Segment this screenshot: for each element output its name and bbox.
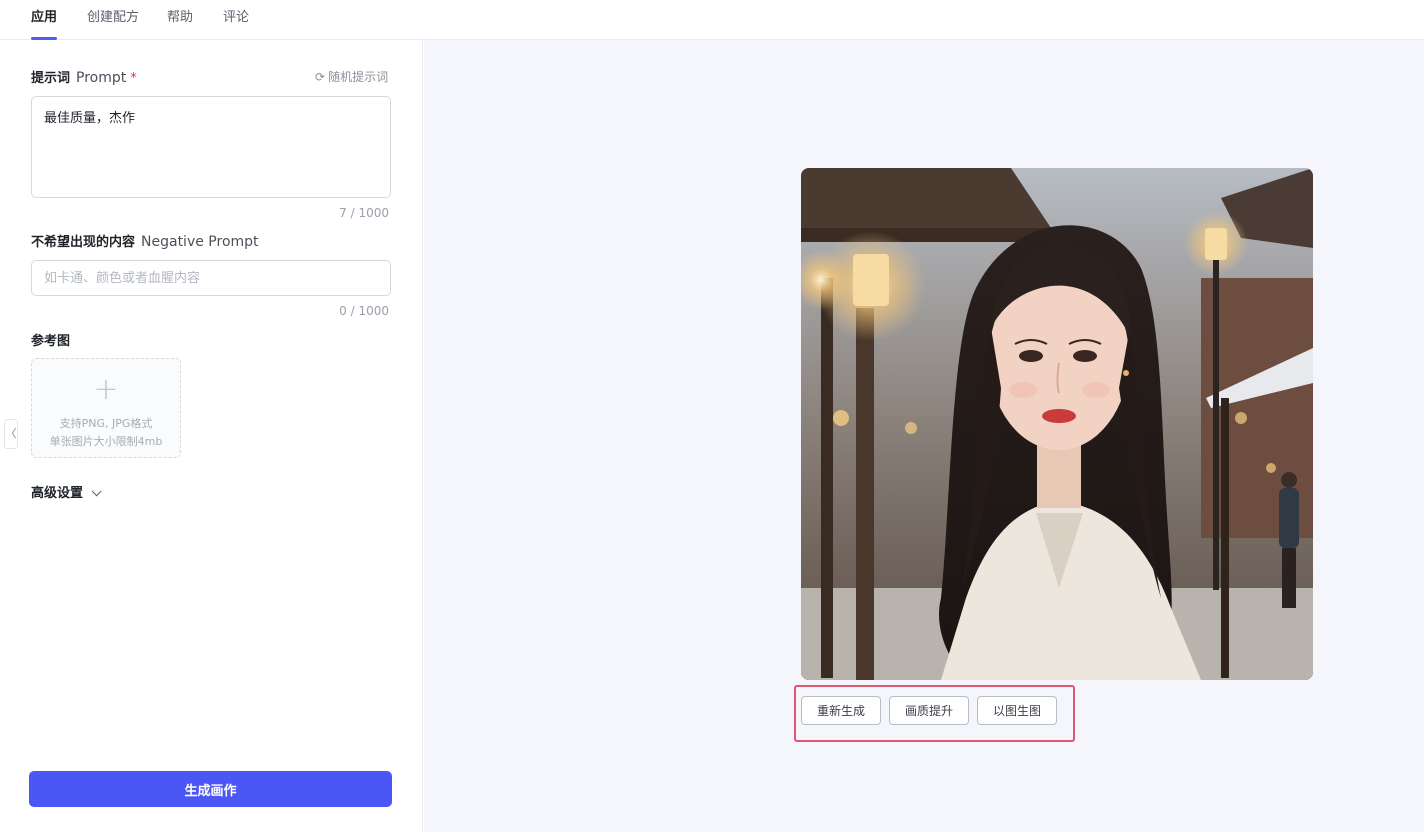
- prompt-title: 提示词 Prompt *: [31, 67, 137, 86]
- required-mark: *: [130, 71, 137, 86]
- chevron-down-icon: [91, 486, 102, 497]
- generate-button[interactable]: 生成画作: [29, 771, 392, 807]
- refresh-icon: ⟳: [315, 70, 326, 84]
- generated-image[interactable]: [801, 168, 1313, 680]
- advanced-settings-label: 高级设置: [31, 486, 84, 501]
- negative-prompt-input[interactable]: [31, 260, 391, 296]
- prompt-title-en: Prompt: [76, 70, 127, 86]
- negative-prompt-title-cn: 不希望出现的内容: [31, 235, 136, 250]
- tab-label: 创建配方: [87, 10, 140, 25]
- upload-hint-format: 支持PNG, JPG格式: [59, 417, 153, 430]
- regenerate-button[interactable]: 重新生成: [801, 696, 881, 725]
- prompt-char-counter: 7 / 1000: [339, 206, 389, 220]
- tab-create-recipe[interactable]: 创建配方: [87, 6, 139, 40]
- random-prompt-label: 随机提示词: [328, 70, 389, 84]
- negative-prompt-char-counter: 0 / 1000: [339, 304, 389, 318]
- image-to-image-button[interactable]: 以图生图: [977, 696, 1057, 725]
- tab-label: 应用: [31, 10, 58, 25]
- tab-label: 评论: [223, 10, 250, 25]
- reference-title-text: 参考图: [31, 334, 71, 349]
- top-tab-bar: 应用 创建配方 帮助 评论: [0, 0, 1424, 40]
- collapse-panel-handle[interactable]: 〈: [4, 419, 18, 449]
- plus-icon: +: [93, 372, 119, 407]
- negative-prompt-title: 不希望出现的内容 Negative Prompt: [31, 231, 259, 250]
- random-prompt-button[interactable]: ⟳ 随机提示词: [315, 68, 388, 85]
- reference-image-title: 参考图: [31, 330, 70, 349]
- settings-panel: 提示词 Prompt* ⟳随机提示词 7 / 1000 不希望出现的内容 Negat…: [0, 40, 423, 832]
- tab-comments[interactable]: 评论: [223, 6, 249, 40]
- tab-help[interactable]: 帮助: [167, 6, 193, 40]
- negative-prompt-title-en: Negative Prompt: [141, 234, 259, 250]
- upscale-button[interactable]: 画质提升: [889, 696, 969, 725]
- reference-image-upload[interactable]: + 支持PNG, JPG格式 单张图片大小限制4mb: [31, 358, 181, 458]
- prompt-textarea[interactable]: [31, 96, 391, 198]
- tab-label: 帮助: [167, 10, 194, 25]
- upload-hint-size: 单张图片大小限制4mb: [49, 435, 163, 448]
- tab-apply[interactable]: 应用: [31, 6, 58, 40]
- prompt-title-cn: 提示词: [31, 71, 71, 86]
- advanced-settings-toggle[interactable]: 高级设置: [31, 482, 102, 501]
- generated-image-illustration: [801, 168, 1313, 680]
- result-canvas: 重新生成 画质提升 以图生图: [424, 40, 1424, 832]
